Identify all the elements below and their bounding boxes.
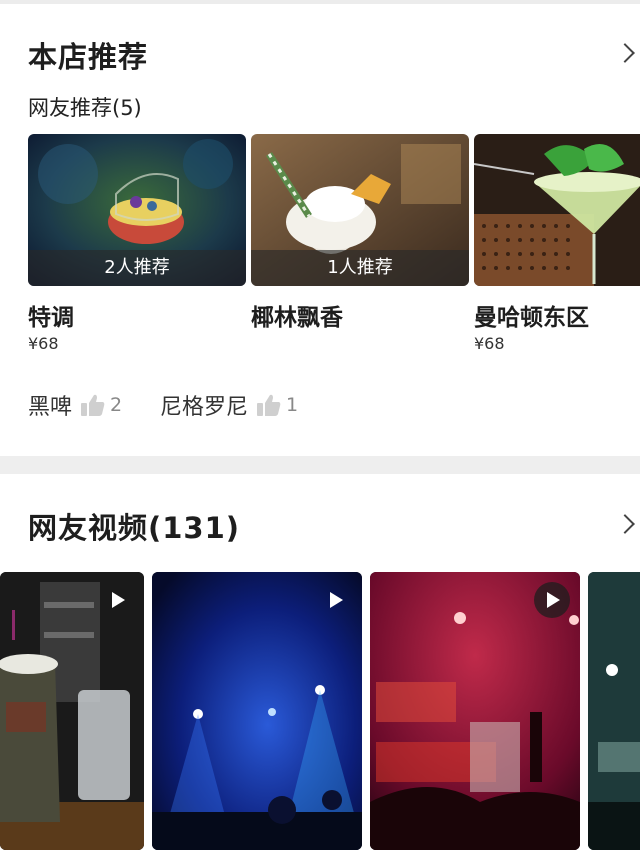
dish-name[interactable]: 椰林飘香 bbox=[251, 298, 343, 332]
dish-recommend-count: 1人推荐 bbox=[251, 250, 469, 286]
dish-image-east-manhattan bbox=[474, 134, 640, 286]
dish-card-3[interactable] bbox=[474, 134, 640, 286]
dish-card-2[interactable]: 1人推荐 bbox=[251, 134, 469, 286]
play-icon[interactable] bbox=[330, 592, 343, 608]
play-icon[interactable] bbox=[112, 592, 125, 608]
dish-price: ¥68 bbox=[28, 334, 59, 353]
dish-recommend-count: 2人推荐 bbox=[28, 250, 246, 286]
video-card-4[interactable] bbox=[588, 572, 640, 850]
recommend-tag-2[interactable]: 尼格罗尼 1 bbox=[160, 389, 298, 421]
chevron-right-icon[interactable] bbox=[615, 514, 635, 534]
dish-price: ¥68 bbox=[474, 334, 505, 353]
like-count: 2 bbox=[110, 394, 123, 416]
tag-name: 尼格罗尼 bbox=[160, 395, 249, 420]
play-icon bbox=[547, 592, 560, 608]
recommend-tag-1[interactable]: 黑啤 2 bbox=[28, 389, 122, 421]
dish-name[interactable]: 特调 bbox=[28, 298, 74, 332]
video-card-1[interactable] bbox=[0, 572, 144, 850]
video-card-2[interactable] bbox=[152, 572, 362, 850]
video-thumbnail bbox=[152, 572, 362, 850]
dish-name[interactable]: 曼哈顿东区 bbox=[474, 298, 589, 332]
top-divider bbox=[0, 0, 640, 4]
thumbs-up-icon bbox=[257, 394, 281, 416]
dish-card-1[interactable]: 2人推荐 bbox=[28, 134, 246, 286]
video-thumbnail bbox=[588, 572, 640, 850]
tag-name: 黑啤 bbox=[28, 395, 73, 420]
play-button[interactable] bbox=[534, 582, 570, 618]
section-divider bbox=[0, 456, 640, 474]
video-card-3[interactable] bbox=[370, 572, 580, 850]
like-count: 1 bbox=[286, 394, 299, 416]
videos-section-title: 网友视频(131) bbox=[28, 511, 241, 545]
recommend-section-title: 本店推荐 bbox=[28, 40, 149, 74]
chevron-right-icon[interactable] bbox=[615, 43, 635, 63]
netizen-recommend-subtitle: 网友推荐(5) bbox=[28, 96, 142, 120]
thumbs-up-icon bbox=[81, 394, 105, 416]
video-thumbnail bbox=[0, 572, 144, 850]
